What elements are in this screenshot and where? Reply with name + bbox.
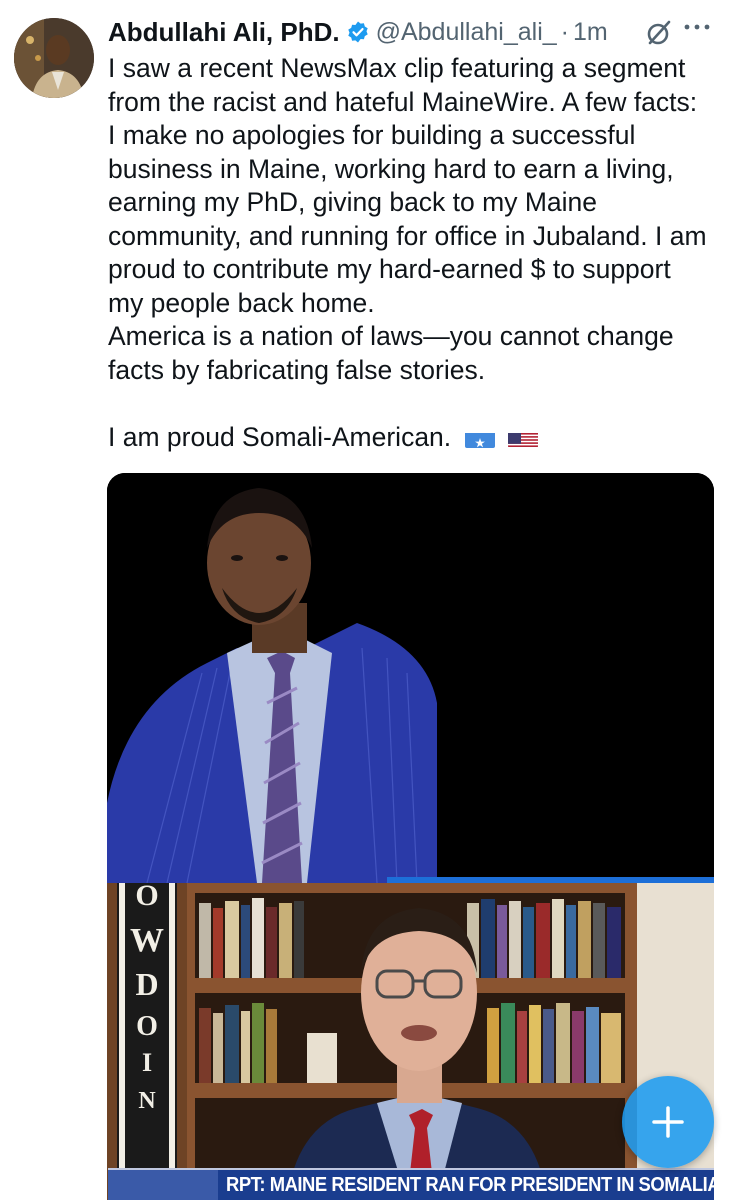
tweet-header: Abdullahi Ali, PhD. @Abdullahi_ali_ · 1m <box>108 14 608 50</box>
pennant-letter: O <box>135 883 158 912</box>
pennant-letter: W <box>130 922 164 959</box>
author-handle[interactable]: @Abdullahi_ali_ <box>376 18 557 47</box>
us-flag-icon <box>507 428 538 448</box>
news-chyron: RPT: MAINE RESIDENT RAN FOR PRESIDENT IN… <box>108 1168 714 1200</box>
tweet-text: I saw a recent NewsMax clip featuring a … <box>108 52 718 454</box>
separator-dot: · <box>560 17 569 46</box>
tweet-line: proud to contribute my hard-earned $ to … <box>108 254 671 284</box>
tweet-line: facts by fabricating false stories. <box>108 354 486 385</box>
avatar-image <box>14 18 94 98</box>
tweet-line: business in Maine, working hard to earn … <box>108 153 674 184</box>
pennant-letter: O <box>136 1011 158 1042</box>
chyron-text: RPT: MAINE RESIDENT RAN FOR PRESIDENT IN… <box>226 1174 714 1196</box>
tweet-line: I saw a recent NewsMax clip featuring a … <box>108 53 686 83</box>
somalia-flag-icon <box>464 428 495 448</box>
media-photo-top <box>107 473 714 884</box>
verified-badge-icon[interactable] <box>346 20 370 44</box>
tweet-line: earning my PhD, giving back to my Maine <box>108 187 597 217</box>
compose-plus-icon <box>652 1106 684 1138</box>
tweet-closing-line: I am proud Somali-American. <box>108 421 718 455</box>
tweet-line: community, and running for office in Jub… <box>108 220 707 251</box>
grok-icon[interactable] <box>644 18 674 48</box>
tweet-line: my people back home. <box>108 287 375 318</box>
tweet-line: from the racist and hateful MaineWire. A… <box>108 86 698 117</box>
more-options-icon[interactable] <box>680 14 714 44</box>
timestamp[interactable]: 1m <box>573 18 608 47</box>
avatar[interactable] <box>14 18 94 98</box>
tweet-line: America is a nation of laws—you cannot c… <box>108 321 674 351</box>
compose-button[interactable] <box>622 1076 714 1168</box>
author-name[interactable]: Abdullahi Ali, PhD. <box>108 17 340 48</box>
pennant-letter: N <box>138 1088 156 1114</box>
pennant-letter: I <box>142 1048 152 1077</box>
closing-text: I am proud Somali-American. <box>108 421 452 452</box>
pennant-letter: D <box>135 966 158 1002</box>
tweet-line: I make no apologies for building a succe… <box>108 120 636 150</box>
